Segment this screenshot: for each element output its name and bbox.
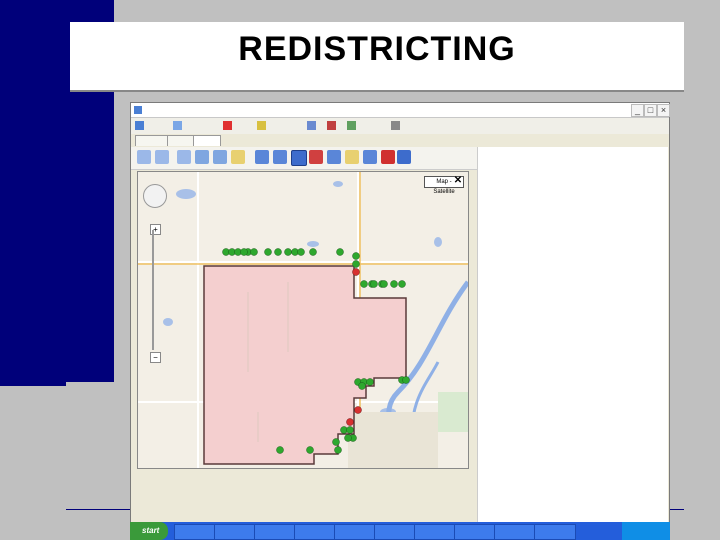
- map-close-icon[interactable]: ✕: [452, 175, 464, 187]
- tool-button-8[interactable]: [273, 150, 287, 164]
- windows-taskbar: start: [130, 522, 670, 540]
- taskbar-item-6[interactable]: [374, 524, 416, 540]
- details-panel: [477, 147, 668, 523]
- tool-button-11[interactable]: [327, 150, 341, 164]
- app-window: _ □ × + − Map - Satellite ✕: [130, 102, 670, 524]
- maximize-button[interactable]: □: [644, 104, 657, 117]
- map-canvas: [138, 172, 468, 468]
- tool-button-5[interactable]: [213, 150, 227, 164]
- map-toolbar: [131, 147, 481, 170]
- chevron-right-icon: [391, 120, 400, 130]
- taskbar-item-10[interactable]: [534, 524, 576, 540]
- tab-row: [131, 134, 669, 146]
- document-icon: [173, 120, 182, 130]
- system-tray: [622, 522, 670, 540]
- taskbar-item-5[interactable]: [334, 524, 376, 540]
- tool-icon: [327, 120, 336, 130]
- tool-button-2[interactable]: [155, 150, 169, 164]
- taskbar-item-7[interactable]: [414, 524, 456, 540]
- refresh-button[interactable]: [397, 150, 411, 164]
- slide-underline-left: [66, 509, 130, 510]
- tool-button-12[interactable]: [345, 150, 359, 164]
- taskbar-item-2[interactable]: [214, 524, 256, 540]
- folder-icon: [257, 120, 266, 130]
- close-window-button[interactable]: ×: [657, 104, 670, 117]
- taskbar-item-9[interactable]: [494, 524, 536, 540]
- slide-title: REDISTRICTING: [238, 30, 516, 68]
- delete-button[interactable]: [223, 120, 234, 132]
- tool-button-4[interactable]: [195, 150, 209, 164]
- tool-button-7[interactable]: [255, 150, 269, 164]
- title-box: REDISTRICTING: [70, 22, 684, 92]
- toolbar-button-5[interactable]: [307, 120, 318, 132]
- zoom-slider[interactable]: [152, 230, 154, 350]
- slide-accent-bar-lower: [0, 382, 66, 386]
- taskbar-item-1[interactable]: [174, 524, 216, 540]
- tool-button-9[interactable]: [291, 150, 307, 166]
- document-icon: [135, 120, 144, 130]
- minimize-button[interactable]: _: [631, 104, 644, 117]
- main-toolbar: [131, 118, 669, 135]
- start-button[interactable]: start: [130, 522, 168, 540]
- tool-button-1[interactable]: [137, 150, 151, 164]
- slide-underline-right: [668, 509, 684, 510]
- toolbar-button-4[interactable]: [257, 120, 268, 132]
- save-button[interactable]: [363, 150, 377, 164]
- taskbar-item-3[interactable]: [254, 524, 296, 540]
- delete-icon: [223, 120, 232, 130]
- toolbar-button-2[interactable]: [173, 120, 184, 132]
- toolbar-button-6[interactable]: [327, 120, 338, 132]
- tool-icon: [347, 120, 356, 130]
- app-icon: [134, 106, 142, 114]
- toolbar-button-1[interactable]: [135, 120, 146, 132]
- map-pan-control[interactable]: [143, 184, 167, 208]
- tool-button-3[interactable]: [177, 150, 191, 164]
- tab-1[interactable]: [135, 135, 171, 146]
- tool-button-10[interactable]: [309, 150, 323, 164]
- tab-3[interactable]: [193, 135, 221, 146]
- tool-icon: [307, 120, 316, 130]
- toolbar-overflow-button[interactable]: [391, 120, 402, 132]
- toolbar-button-7[interactable]: [347, 120, 358, 132]
- window-titlebar: _ □ ×: [131, 103, 670, 118]
- delete-tool-button[interactable]: [381, 150, 395, 164]
- map-view[interactable]: + − Map - Satellite ✕: [137, 171, 469, 469]
- taskbar-item-4[interactable]: [294, 524, 336, 540]
- taskbar-item-8[interactable]: [454, 524, 496, 540]
- tool-button-6[interactable]: [231, 150, 245, 164]
- zoom-out-button[interactable]: −: [150, 352, 161, 363]
